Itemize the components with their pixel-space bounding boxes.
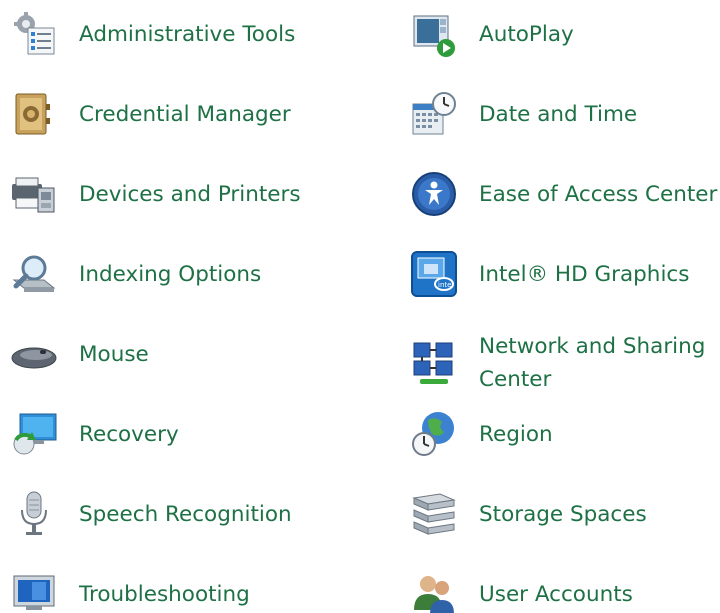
item-label[interactable]: Region xyxy=(479,418,553,451)
indexing-options-icon xyxy=(10,250,58,298)
speech-recognition-icon xyxy=(10,490,58,538)
item-recovery[interactable]: Recovery xyxy=(10,410,179,458)
item-indexing-options[interactable]: Indexing Options xyxy=(10,250,261,298)
item-intel-hd-graphics[interactable]: intel Intel® HD Graphics xyxy=(410,250,689,298)
item-label[interactable]: Network and Sharing Center xyxy=(479,330,719,396)
item-label[interactable]: Administrative Tools xyxy=(79,18,295,51)
storage-spaces-icon xyxy=(410,490,458,538)
item-label[interactable]: User Accounts xyxy=(479,578,633,611)
item-storage-spaces[interactable]: Storage Spaces xyxy=(410,490,647,538)
credential-manager-icon xyxy=(10,90,58,138)
item-autoplay[interactable]: AutoPlay xyxy=(410,10,574,58)
troubleshooting-icon xyxy=(10,570,58,613)
item-label[interactable]: Date and Time xyxy=(479,98,637,131)
user-accounts-icon xyxy=(410,570,458,613)
item-network-and-sharing-center[interactable]: Network and Sharing Center xyxy=(410,330,719,396)
svg-text:intel: intel xyxy=(438,281,453,289)
item-user-accounts[interactable]: User Accounts xyxy=(410,570,633,613)
administrative-tools-icon xyxy=(10,10,58,58)
devices-and-printers-icon xyxy=(10,170,58,218)
item-mouse[interactable]: Mouse xyxy=(10,330,149,378)
mouse-icon xyxy=(10,330,58,378)
item-troubleshooting[interactable]: Troubleshooting xyxy=(10,570,250,613)
item-label[interactable]: Ease of Access Center xyxy=(479,178,717,211)
item-credential-manager[interactable]: Credential Manager xyxy=(10,90,291,138)
item-label[interactable]: Troubleshooting xyxy=(79,578,250,611)
item-administrative-tools[interactable]: Administrative Tools xyxy=(10,10,295,58)
recovery-icon xyxy=(10,410,58,458)
autoplay-icon xyxy=(410,10,458,58)
item-label[interactable]: Mouse xyxy=(79,338,149,371)
item-label[interactable]: Intel® HD Graphics xyxy=(479,258,689,291)
item-date-and-time[interactable]: Date and Time xyxy=(410,90,637,138)
item-region[interactable]: Region xyxy=(410,410,553,458)
item-devices-and-printers[interactable]: Devices and Printers xyxy=(10,170,301,218)
control-panel-items-grid: Administrative Tools AutoPlay Credential… xyxy=(0,0,720,613)
item-speech-recognition[interactable]: Speech Recognition xyxy=(10,490,292,538)
region-icon xyxy=(410,410,458,458)
intel-hd-graphics-icon: intel xyxy=(410,250,458,298)
ease-of-access-icon xyxy=(410,170,458,218)
item-label[interactable]: AutoPlay xyxy=(479,18,574,51)
item-label[interactable]: Recovery xyxy=(79,418,179,451)
item-label[interactable]: Storage Spaces xyxy=(479,498,647,531)
item-ease-of-access-center[interactable]: Ease of Access Center xyxy=(410,170,717,218)
item-label[interactable]: Devices and Printers xyxy=(79,178,301,211)
date-and-time-icon xyxy=(410,90,458,138)
item-label[interactable]: Credential Manager xyxy=(79,98,291,131)
item-label[interactable]: Indexing Options xyxy=(79,258,261,291)
network-and-sharing-icon xyxy=(410,339,458,387)
item-label[interactable]: Speech Recognition xyxy=(79,498,292,531)
